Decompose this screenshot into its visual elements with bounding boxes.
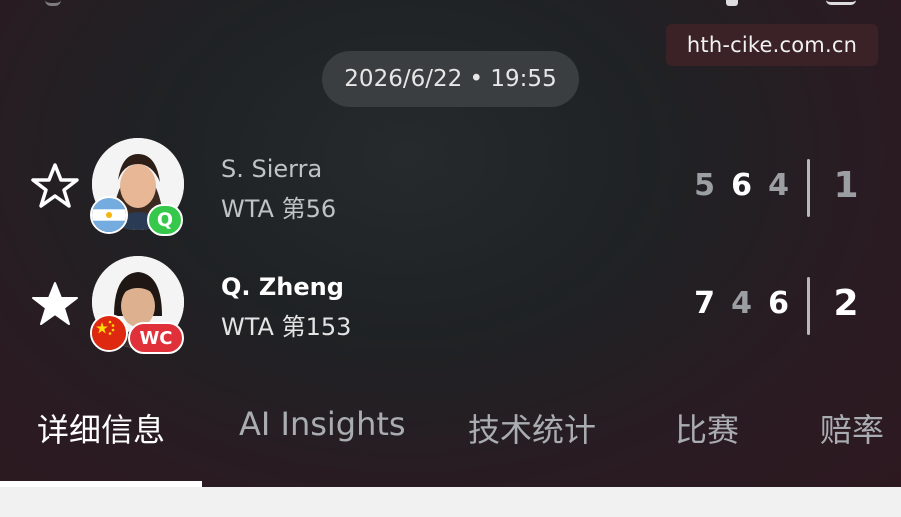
sets-won: 1	[833, 165, 859, 206]
notification-icon[interactable]	[726, 0, 738, 6]
top-bar-partial	[0, 0, 901, 8]
set-score: 4	[768, 168, 789, 203]
qualifier-badge: Q	[147, 204, 183, 236]
player-row: WC Q. Zheng WTA 第153 7 4 6 2	[0, 253, 901, 363]
share-icon[interactable]	[826, 0, 856, 5]
player-name[interactable]: S. Sierra	[221, 155, 322, 183]
player-row: Q S. Sierra WTA 第56 5 6 4 1	[0, 135, 901, 245]
set-score: 4	[731, 286, 752, 321]
content-area-top	[0, 487, 901, 517]
match-datetime: 2026/6/22 • 19:55	[322, 51, 579, 107]
watermark: hth-cike.com.cn	[666, 24, 878, 66]
china-flag-icon	[90, 314, 128, 352]
set-score: 6	[768, 286, 789, 321]
sets-won: 2	[833, 283, 859, 324]
wildcard-badge: WC	[128, 322, 184, 354]
tab-odds[interactable]: 赔率	[820, 405, 884, 451]
set-scores: 5 6 4	[686, 168, 797, 203]
set-score: 6	[731, 168, 752, 203]
score-divider	[807, 159, 810, 217]
back-icon[interactable]	[45, 0, 61, 6]
tab-details[interactable]: 详细信息	[37, 405, 165, 451]
tab-bar: 详细信息 AI Insights 技术统计 比赛 赔率	[0, 405, 901, 465]
player-name[interactable]: Q. Zheng	[221, 273, 344, 301]
player-rank: WTA 第56	[221, 195, 337, 223]
tab-ai-insights[interactable]: AI Insights	[239, 405, 406, 443]
score-divider	[807, 277, 810, 335]
tab-stats[interactable]: 技术统计	[468, 405, 596, 451]
set-scores: 7 4 6	[686, 286, 797, 321]
star-filled-icon[interactable]	[30, 280, 80, 328]
player-rank: WTA 第153	[221, 313, 352, 341]
set-score: 7	[694, 286, 715, 321]
tab-match[interactable]: 比赛	[675, 405, 739, 451]
star-outline-icon[interactable]	[30, 162, 80, 210]
argentina-flag-icon	[90, 196, 128, 234]
set-score: 5	[694, 168, 715, 203]
